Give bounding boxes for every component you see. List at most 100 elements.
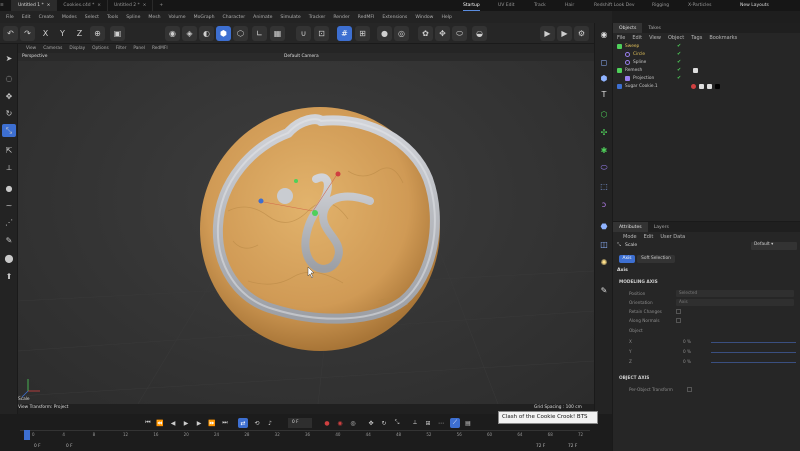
- model-mode-icon[interactable]: ◉: [165, 26, 180, 41]
- mograph-icon[interactable]: ✣: [597, 125, 611, 139]
- objects-menu-edit[interactable]: Edit: [632, 35, 642, 41]
- select-arrow-icon[interactable]: ➤: [2, 52, 16, 65]
- projection-visible-check[interactable]: ✔: [677, 75, 681, 81]
- layout-track[interactable]: Track: [534, 0, 546, 11]
- add-tab-icon[interactable]: +: [153, 0, 169, 11]
- axis-tool-icon[interactable]: ⟂: [2, 161, 16, 174]
- scene-icon[interactable]: ⬣: [597, 219, 611, 233]
- attr-menu-user-data[interactable]: User Data: [660, 234, 685, 240]
- render-active-view-icon[interactable]: ▶: [540, 26, 555, 41]
- tab-layers[interactable]: Layers: [648, 222, 675, 232]
- objects-menu-tags[interactable]: Tags: [691, 35, 702, 41]
- menu-file[interactable]: File: [6, 15, 14, 20]
- render-region-icon[interactable]: ▣: [110, 26, 125, 41]
- render-icon[interactable]: ◉: [597, 27, 611, 41]
- timeline-ruler[interactable]: 0 4 8 12 16 20 24 28 32 36 40 44 48 52 56 60 64 68 72: [20, 430, 590, 440]
- texture-mode-icon[interactable]: ◈: [182, 26, 197, 41]
- autokey-icon[interactable]: ◉: [335, 418, 345, 428]
- gizmo-handle-small[interactable]: [294, 179, 298, 183]
- along-normals-checkbox[interactable]: [676, 318, 681, 323]
- edit-render-settings-icon[interactable]: ⚙: [574, 26, 589, 41]
- z-axis-toggle[interactable]: Z: [72, 26, 87, 41]
- timeline-settings-icon[interactable]: ⟲: [252, 418, 262, 428]
- tab-untitled-2[interactable]: Untitled 2 * ×: [108, 0, 154, 11]
- environment-icon[interactable]: ⬭: [452, 26, 467, 41]
- field-icon[interactable]: ⬚: [597, 179, 611, 193]
- menu-select[interactable]: Select: [85, 15, 99, 20]
- spline-visible-check[interactable]: ✔: [677, 59, 681, 65]
- magnet-icon[interactable]: ∪: [296, 26, 311, 41]
- menu-mesh[interactable]: Mesh: [148, 15, 160, 20]
- uvw-tag-icon[interactable]: [707, 84, 712, 89]
- viewport-menu-filter[interactable]: Filter: [116, 46, 127, 51]
- viewport-menu-panel[interactable]: Panel: [133, 46, 145, 51]
- remesh-tag-icon[interactable]: [693, 68, 698, 73]
- extrude-tool-icon[interactable]: ⬆: [2, 270, 16, 283]
- menu-help[interactable]: Help: [441, 15, 451, 20]
- sweep-visible-check[interactable]: ✔: [677, 43, 681, 49]
- remesh-visible-check[interactable]: ✔: [677, 67, 681, 73]
- render-view-icon[interactable]: ●: [377, 26, 392, 41]
- menu-redmfi[interactable]: RedMFI: [358, 15, 375, 20]
- position-select[interactable]: Selected: [676, 290, 794, 297]
- menu-create[interactable]: Create: [39, 15, 54, 20]
- x-axis-toggle[interactable]: X: [38, 26, 53, 41]
- object-row-sweep[interactable]: Sweep ✔: [613, 43, 800, 51]
- axis-x-slider[interactable]: [711, 342, 796, 343]
- menu-character[interactable]: Character: [222, 15, 245, 20]
- end-frame-field[interactable]: 72 F: [536, 444, 545, 449]
- new-layouts-button[interactable]: New Layouts: [740, 0, 769, 11]
- max-frame-field[interactable]: 72 F: [568, 444, 577, 449]
- object-mode-icon[interactable]: ⬢: [216, 26, 231, 41]
- menu-simulate[interactable]: Simulate: [280, 15, 300, 20]
- material-tag-icon[interactable]: [691, 84, 696, 89]
- spline-pen-icon[interactable]: ~: [2, 199, 16, 212]
- dope-sheet-icon[interactable]: ▤: [463, 418, 473, 428]
- render-to-pv-icon[interactable]: ▶: [557, 26, 572, 41]
- quantize-icon[interactable]: ⊞: [355, 26, 370, 41]
- layout-startup[interactable]: Startup: [463, 0, 480, 11]
- text-icon[interactable]: T: [597, 87, 611, 101]
- goto-end-icon[interactable]: ⏭: [220, 418, 230, 428]
- attr-menu-mode[interactable]: Mode: [623, 234, 637, 240]
- axis-y-value[interactable]: 0 %: [683, 349, 691, 354]
- gizmo-handle-red[interactable]: [335, 171, 341, 177]
- circle-visible-check[interactable]: ✔: [677, 51, 681, 57]
- tab-attributes[interactable]: Attributes: [613, 222, 648, 232]
- layout-rigging[interactable]: Rigging: [652, 0, 669, 11]
- undo-icon[interactable]: ↶: [3, 26, 18, 41]
- tab-takes[interactable]: Takes: [642, 23, 667, 33]
- primitive-cube-icon[interactable]: ⬢: [597, 71, 611, 85]
- sculpt-tool-icon[interactable]: ⬤: [2, 252, 16, 265]
- key-position-icon[interactable]: ✥: [366, 418, 376, 428]
- menu-tools[interactable]: Tools: [107, 15, 118, 20]
- prev-key-icon[interactable]: ⏪: [155, 418, 165, 428]
- subtab-axis[interactable]: Axis: [619, 255, 635, 263]
- key-rotation-icon[interactable]: ↻: [379, 418, 389, 428]
- tab-objects[interactable]: Objects: [613, 23, 643, 33]
- edges-mode-icon[interactable]: ⬡: [233, 26, 248, 41]
- layout-hair[interactable]: Hair: [565, 0, 574, 11]
- camera-palette-icon[interactable]: ◫: [597, 237, 611, 251]
- coordinate-system-icon[interactable]: ⊕: [90, 26, 105, 41]
- playhead[interactable]: [24, 430, 30, 440]
- axis-y-slider[interactable]: [711, 352, 796, 353]
- knife-tool-icon[interactable]: ⋰: [2, 216, 16, 229]
- brush-tool-icon[interactable]: ●: [2, 182, 16, 195]
- viewport-menu-redmfi[interactable]: RedMFI: [152, 46, 168, 51]
- y-axis-toggle[interactable]: Y: [55, 26, 70, 41]
- subtab-soft-selection[interactable]: Soft Selection: [637, 255, 675, 263]
- frame-field[interactable]: 0 F: [288, 418, 312, 428]
- orientation-select[interactable]: Axis: [676, 299, 794, 306]
- generator-icon[interactable]: ⬡: [597, 107, 611, 121]
- scale-tool-icon[interactable]: ⤡: [2, 124, 16, 137]
- object-row-spline[interactable]: Spline ✔: [613, 59, 800, 67]
- workplane-icon[interactable]: ⊡: [314, 26, 329, 41]
- render-settings-icon[interactable]: ◎: [394, 26, 409, 41]
- menu-spline[interactable]: Spline: [126, 15, 140, 20]
- live-select-icon[interactable]: ◌: [2, 72, 16, 85]
- preset-dropdown[interactable]: Default ▾: [751, 242, 797, 250]
- object-row-projection[interactable]: Projection ✔: [613, 75, 800, 83]
- goto-start-icon[interactable]: ⏮: [143, 418, 153, 428]
- viewport-menu-cameras[interactable]: Cameras: [43, 46, 62, 51]
